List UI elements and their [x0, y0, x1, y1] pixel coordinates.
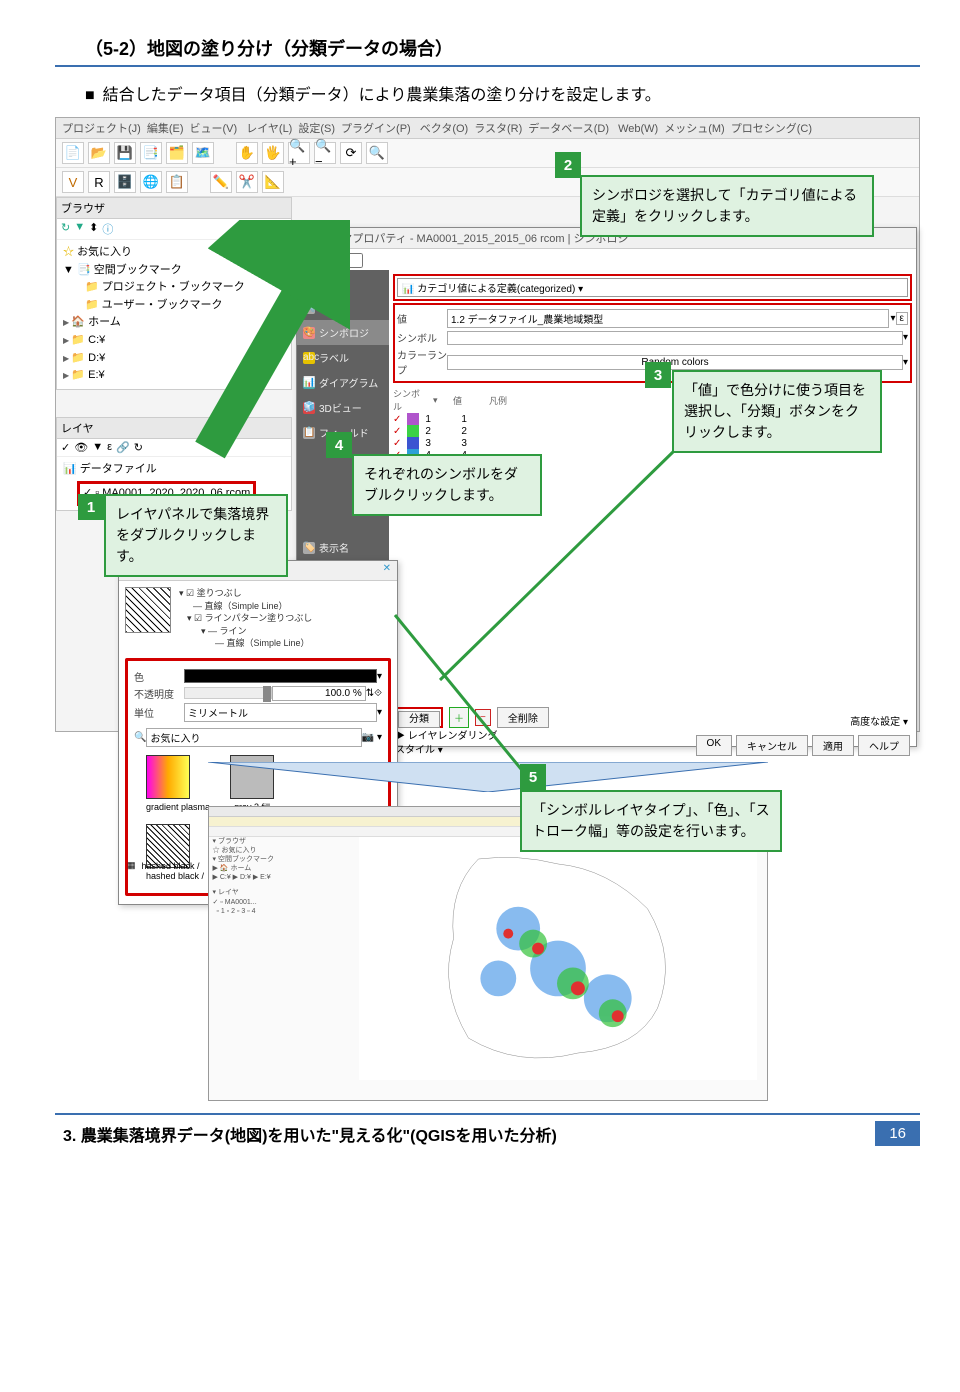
symbol-tree: ▾ ☑ 塗りつぶし — 直線（Simple Line） ▾ ☑ ラインパターン塗…	[179, 587, 312, 650]
filter-icon[interactable]: ▼	[74, 221, 85, 237]
opacity-slider[interactable]	[184, 687, 272, 699]
edit3-icon[interactable]: 📐	[262, 171, 284, 193]
value-field[interactable]: 1.2 データファイル_農業地域類型	[447, 309, 889, 328]
ok-button[interactable]: OK	[696, 735, 732, 756]
callout-num-5: 5	[520, 764, 546, 790]
categorized-dropdown[interactable]: 📊 カテゴリ値による定義(categorized) ▾	[397, 278, 908, 297]
adddb-icon[interactable]: 🗄️	[114, 171, 136, 193]
layer-tb-icon[interactable]: 👁	[74, 441, 88, 454]
pan2-icon[interactable]: 🖐️	[262, 142, 284, 164]
fav-search[interactable]: お気に入り	[146, 728, 361, 747]
symbol-swatch[interactable]	[447, 331, 903, 345]
footer-title: 3. 農業集落境界データ(地図)を用いた"見える化"(QGISを用いた分析)	[63, 1122, 557, 1146]
info-icon[interactable]: ⓘ	[102, 221, 113, 237]
intro-bullet: 結合したデータ項目（分類データ）により農業集落の塗り分けを設定します。	[85, 81, 920, 105]
expand-icon[interactable]: ⬍	[89, 221, 98, 237]
current-swatch-name: hashed black /	[142, 861, 200, 871]
symbol-preview	[125, 587, 171, 633]
result-map-canvas	[359, 837, 757, 1080]
symbol-label: シンボル	[397, 330, 447, 345]
side-display[interactable]: 🏷️表示名	[297, 535, 389, 560]
categorized-frame: 📊 カテゴリ値による定義(categorized) ▾	[393, 274, 912, 301]
eps-button[interactable]: ε	[896, 312, 908, 325]
browser-title: ブラウザ	[57, 198, 291, 219]
zoomfull-icon[interactable]: ⟳	[340, 142, 362, 164]
unit-dropdown[interactable]: ミリメートル	[184, 703, 377, 722]
refresh-icon[interactable]: ↻	[61, 221, 70, 237]
callout-num-2: 2	[555, 152, 581, 178]
layout2-icon[interactable]: 🗺️	[192, 142, 214, 164]
apply-button[interactable]: 適用	[812, 735, 854, 756]
layout-icon[interactable]: 🗂️	[166, 142, 188, 164]
toolbar-1: 📄 📂 💾 📑 🗂️ 🗺️ ✋ 🖐️ 🔍+ 🔍− ⟳ 🔍	[56, 139, 919, 168]
cancel-button[interactable]: キャンセル	[736, 735, 808, 756]
ramp-label: カラーランプ	[397, 347, 447, 377]
help-button[interactable]: ヘルプ	[858, 735, 910, 756]
layer-tb-icon[interactable]: 🔗	[116, 441, 130, 454]
advanced-settings[interactable]: 高度な設定 ▾	[850, 713, 908, 728]
heading-rule	[55, 65, 920, 67]
callout-1: レイヤパネルで集落境界をダブルクリックします。	[104, 494, 288, 577]
callout-num-1: 1	[78, 494, 104, 520]
opacity-label: 不透明度	[134, 686, 184, 701]
addcsv-icon[interactable]: 📋	[166, 171, 188, 193]
page-number: 16	[875, 1121, 920, 1146]
edit2-icon[interactable]: ✂️	[236, 171, 258, 193]
edit-icon[interactable]: ✏️	[210, 171, 232, 193]
value-label: 値	[397, 311, 447, 326]
layer-tb-icon[interactable]: ↻	[134, 441, 143, 454]
callout-4: それぞれのシンボルをダブルクリックします。	[352, 454, 542, 516]
pan-icon[interactable]: ✋	[236, 142, 258, 164]
callout-num-4: 4	[326, 432, 352, 458]
opacity-value[interactable]: 100.0 %	[272, 686, 366, 701]
zoomin-icon[interactable]: 🔍+	[288, 142, 310, 164]
callout-2: シンボロジを選択して「カテゴリ値による定義」をクリックします。	[580, 175, 874, 237]
layer-tb-icon[interactable]: ▼	[92, 441, 103, 454]
callout-num-3: 3	[645, 362, 671, 388]
addraster-icon[interactable]: R	[88, 171, 110, 193]
arrow-icon	[190, 220, 350, 460]
swatch-item[interactable]: gradient plasma	[146, 755, 210, 812]
props-footer: OK キャンセル 適用 ヘルプ	[696, 735, 910, 756]
layer-group[interactable]: 📊 データファイル	[63, 461, 285, 479]
saveas-icon[interactable]: 📑	[140, 142, 162, 164]
result-layer-tree: ▾ ブラウザ ☆ お気に入り ▾ 空間ブックマーク ▶ 🏠 ホーム ▶ C:¥ …	[213, 837, 353, 1080]
color-label: 色	[134, 669, 184, 684]
ramp-dropdown[interactable]: Random colors	[447, 355, 903, 370]
layer-tb-icon[interactable]: ✓	[61, 441, 70, 454]
color-picker[interactable]	[184, 669, 377, 683]
new-icon[interactable]: 📄	[62, 142, 84, 164]
addvector-icon[interactable]: V	[62, 171, 84, 193]
addwms-icon[interactable]: 🌐	[140, 171, 162, 193]
open-icon[interactable]: 📂	[88, 142, 110, 164]
current-swatch: ▦	[127, 860, 136, 871]
callout-3: 「値」で色分けに使う項目を選択し、「分類」ボタンをクリックします。	[672, 370, 882, 453]
page-footer: 3. 農業集落境界データ(地図)を用いた"見える化"(QGISを用いた分析) 1…	[55, 1115, 920, 1146]
callout-5: 「シンボルレイヤタイプ」、「色」、「ストローク幅」等の設定を行います。	[520, 790, 782, 852]
zoom-icon[interactable]: 🔍	[366, 142, 388, 164]
menubar: プロジェクト(J)編集(E)ビュー(V) レイヤ(L)設定(S)プラグイン(P)…	[56, 118, 919, 139]
unit-label: 単位	[134, 705, 184, 720]
save-icon[interactable]: 💾	[114, 142, 136, 164]
section-heading: （5-2）地図の塗り分け（分類データの場合）	[85, 35, 920, 61]
layer-tb-icon[interactable]: ε	[107, 441, 112, 454]
zoomout-icon[interactable]: 🔍−	[314, 142, 336, 164]
